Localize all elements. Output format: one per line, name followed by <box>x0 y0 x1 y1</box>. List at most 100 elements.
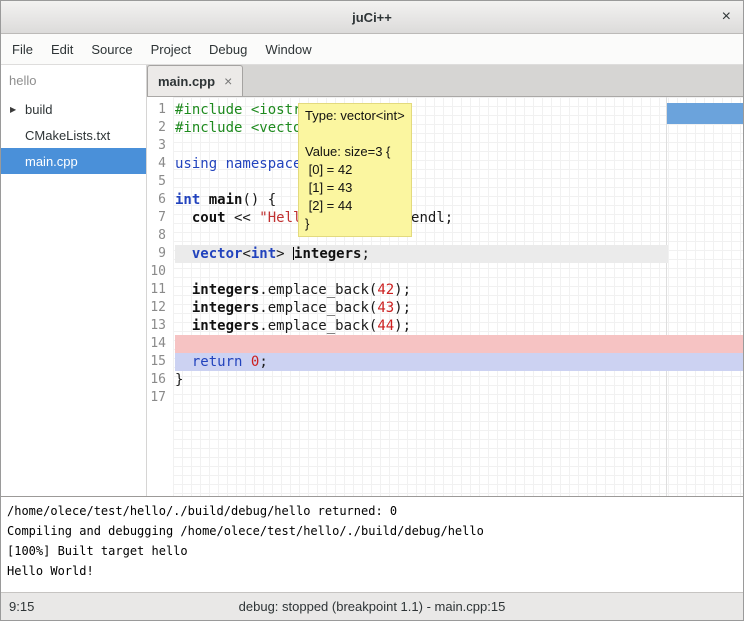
tab-bar: main.cpp × <box>147 65 743 97</box>
editor-pane: main.cpp × 1234567891011121314151617 #in… <box>147 65 743 496</box>
menu-project[interactable]: Project <box>142 36 200 63</box>
main-body: hello ▶ build CMakeLists.txt main.cpp main.… <box>1 65 743 496</box>
code-segment <box>200 192 208 208</box>
tooltip-line: } <box>305 215 405 233</box>
expander-icon[interactable]: ▶ <box>10 105 16 114</box>
menu-edit[interactable]: Edit <box>42 36 82 63</box>
editor-line[interactable] <box>175 227 743 245</box>
code-area[interactable]: #include <iostream>#include <vector> usin… <box>173 97 743 496</box>
line-number: 13 <box>147 317 166 335</box>
terminal-output[interactable]: /home/olece/test/hello/./build/debug/hel… <box>1 496 743 592</box>
code-segment: return <box>192 354 243 370</box>
menu-debug[interactable]: Debug <box>200 36 256 63</box>
close-window-icon[interactable]: × <box>722 8 731 26</box>
editor-line[interactable] <box>175 389 743 407</box>
editor-line[interactable]: using namespace std; <box>175 155 743 173</box>
line-number: 4 <box>147 155 166 173</box>
code-segment: } <box>175 372 183 388</box>
code-segment: #include <vector> <box>175 120 318 136</box>
tab-main-cpp[interactable]: main.cpp × <box>147 65 243 96</box>
code-segment <box>242 354 250 370</box>
code-segment: ); <box>394 282 411 298</box>
terminal-line: [100%] Built target hello <box>7 541 737 561</box>
line-number: 11 <box>147 281 166 299</box>
editor-line[interactable]: vector<int> integers; <box>175 245 743 263</box>
tooltip-line: Value: size=3 { <box>305 143 405 161</box>
line-number: 6 <box>147 191 166 209</box>
terminal-line: Compiling and debugging /home/olece/test… <box>7 521 737 541</box>
editor-line[interactable]: #include <iostream> <box>175 101 743 119</box>
code-segment: vector <box>192 246 243 262</box>
line-number: 1 <box>147 101 166 119</box>
line-number: 9 <box>147 245 166 263</box>
editor-line[interactable]: int main() { <box>175 191 743 209</box>
source-editor[interactable]: 1234567891011121314151617 #include <iost… <box>147 97 743 496</box>
terminal-line: /home/olece/test/hello/./build/debug/hel… <box>7 501 737 521</box>
file-tree: ▶ build CMakeLists.txt main.cpp <box>1 96 146 174</box>
app-window: juCi++ × FileEditSourceProjectDebugWindo… <box>0 0 744 621</box>
tooltip-line: Type: vector<int> <box>305 107 405 125</box>
editor-line[interactable] <box>175 173 743 191</box>
code-segment <box>175 300 192 316</box>
editor-line[interactable]: integers.emplace_back(42); <box>175 281 743 299</box>
code-segment <box>175 282 192 298</box>
code-segment: > <box>276 246 293 262</box>
tree-item-label: CMakeLists.txt <box>25 128 110 143</box>
tree-item-label: main.cpp <box>25 154 78 169</box>
menu-file[interactable]: File <box>3 36 42 63</box>
tab-label: main.cpp <box>158 74 215 89</box>
title-bar: juCi++ × <box>1 1 743 34</box>
tree-item-cmakelists-txt[interactable]: CMakeLists.txt <box>1 122 146 148</box>
tooltip-line <box>305 125 405 143</box>
editor-line[interactable] <box>175 137 743 155</box>
editor-line[interactable]: integers.emplace_back(43); <box>175 299 743 317</box>
line-number-gutter: 1234567891011121314151617 <box>147 97 173 496</box>
code-segment: ); <box>394 300 411 316</box>
window-title: juCi++ <box>352 10 392 25</box>
code-segment: 42 <box>377 282 394 298</box>
editor-line[interactable]: return 0; <box>175 353 743 371</box>
debug-status: debug: stopped (breakpoint 1.1) - main.c… <box>239 599 506 614</box>
line-number: 10 <box>147 263 166 281</box>
editor-line[interactable]: } <box>175 371 743 389</box>
editor-line[interactable] <box>175 335 743 353</box>
editor-line[interactable]: integers.emplace_back(44); <box>175 317 743 335</box>
editor-line[interactable]: #include <vector> <box>175 119 743 137</box>
tab-close-icon[interactable]: × <box>224 73 232 89</box>
code-segment: << <box>226 210 260 226</box>
line-number: 16 <box>147 371 166 389</box>
tree-item-main-cpp[interactable]: main.cpp <box>1 148 146 174</box>
code-segment: integers <box>294 246 361 262</box>
tooltip-line: [1] = 43 <box>305 179 405 197</box>
editor-line[interactable] <box>175 263 743 281</box>
line-number: 15 <box>147 353 166 371</box>
code-segment: .emplace_back( <box>259 300 377 316</box>
code-segment: ; <box>361 246 369 262</box>
terminal-line: Hello World! <box>7 561 737 581</box>
tree-item-build[interactable]: ▶ build <box>1 96 146 122</box>
code-segment: () { <box>242 192 276 208</box>
project-name: hello <box>1 65 146 96</box>
code-segment: 44 <box>377 318 394 334</box>
line-number: 12 <box>147 299 166 317</box>
status-time: 9:15 <box>9 599 34 614</box>
line-number: 2 <box>147 119 166 137</box>
tooltip-line: [2] = 44 <box>305 197 405 215</box>
editor-line[interactable]: cout << "Hello World!" << endl; <box>175 209 743 227</box>
code-segment: ; <box>259 354 267 370</box>
code-segment <box>175 246 192 262</box>
code-segment: .emplace_back( <box>259 282 377 298</box>
debug-value-tooltip: Type: vector<int>Value: size=3 { [0] = 4… <box>298 103 412 237</box>
menu-source[interactable]: Source <box>82 36 141 63</box>
code-segment: using namespace <box>175 156 301 172</box>
code-segment <box>175 210 192 226</box>
line-number: 3 <box>147 137 166 155</box>
status-bar: 9:15 debug: stopped (breakpoint 1.1) - m… <box>1 592 743 620</box>
code-segment: main <box>209 192 243 208</box>
line-number: 8 <box>147 227 166 245</box>
menu-window[interactable]: Window <box>256 36 320 63</box>
tree-item-label: build <box>25 102 52 117</box>
code-segment: integers <box>192 282 259 298</box>
code-segment <box>175 318 192 334</box>
file-tree-sidebar: hello ▶ build CMakeLists.txt main.cpp <box>1 65 147 496</box>
